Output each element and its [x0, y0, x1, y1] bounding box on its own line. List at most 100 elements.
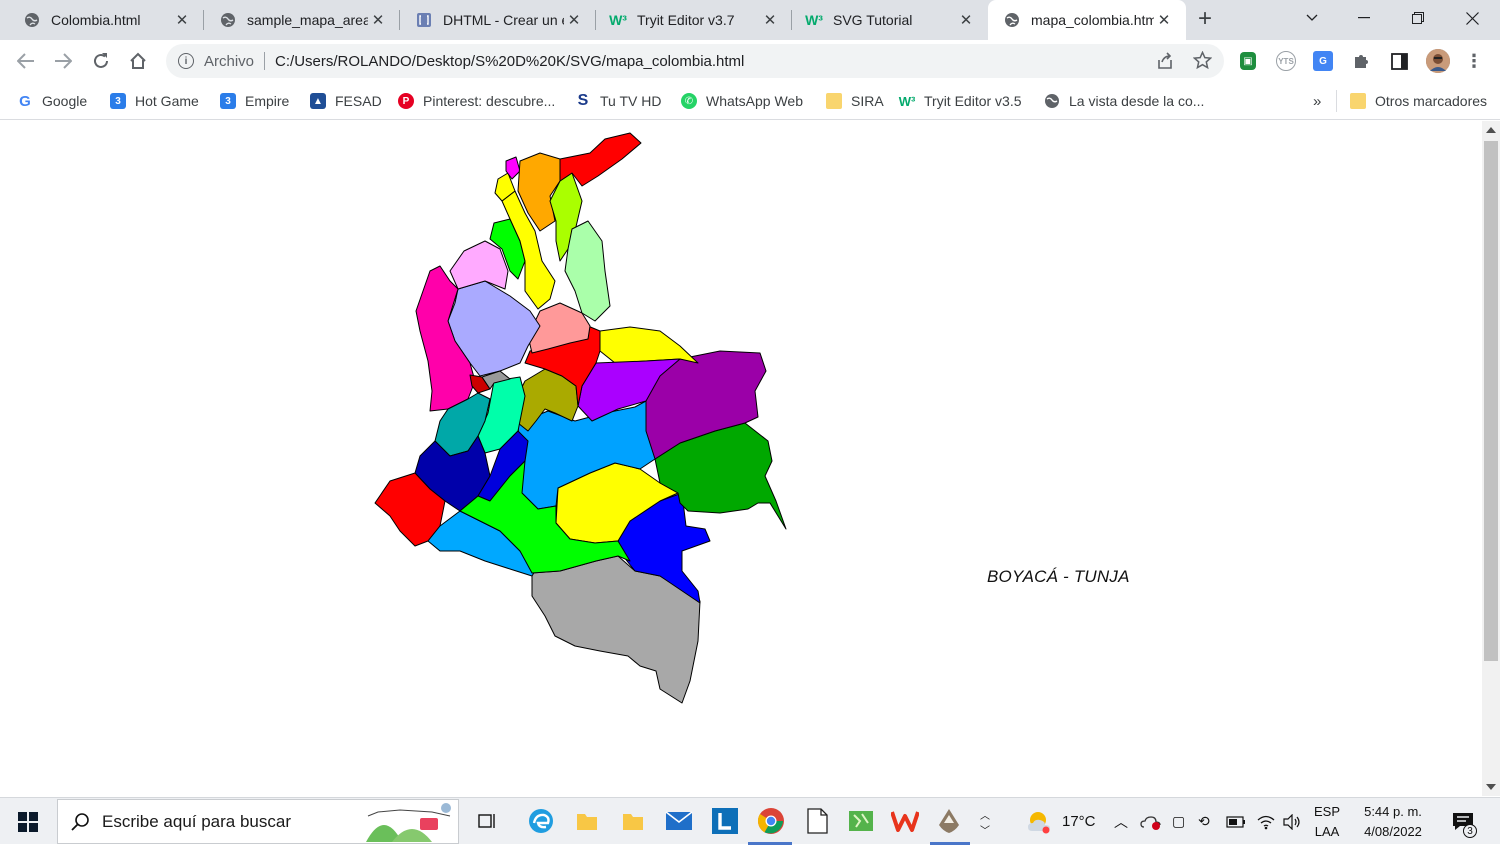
- address-url[interactable]: C:/Users/ROLANDO/Desktop/S%20D%20K/SVG/m…: [275, 53, 744, 70]
- bookmark-la-vista[interactable]: La vista desde la co...: [1044, 90, 1204, 112]
- back-button[interactable]: [15, 50, 37, 72]
- scroll-up-icon[interactable]: [1486, 127, 1496, 133]
- restore-icon: [1412, 12, 1424, 24]
- weather-widget[interactable]: 17°C: [1024, 798, 1096, 845]
- onedrive-error-icon[interactable]: [1140, 798, 1162, 845]
- inkscape-icon[interactable]: [934, 806, 964, 836]
- info-icon[interactable]: i: [178, 53, 194, 69]
- taskbar-scroll-control[interactable]: ︿ ﹀: [980, 798, 990, 845]
- folder-icon: [826, 93, 842, 109]
- extension-evernote-icon[interactable]: ▣: [1240, 52, 1256, 70]
- w3schools-icon: W³: [898, 93, 916, 109]
- chevron-up-icon[interactable]: ︿: [980, 807, 990, 822]
- vertical-scrollbar[interactable]: [1482, 121, 1500, 796]
- reload-button[interactable]: [90, 50, 112, 72]
- sync-icon[interactable]: ⟲: [1198, 798, 1210, 845]
- bookmarks-overflow-button[interactable]: »: [1313, 90, 1321, 112]
- fesad-icon: ▲: [310, 93, 326, 109]
- scroll-thumb[interactable]: [1484, 141, 1498, 661]
- region-arauca[interactable]: [599, 326, 699, 364]
- home-button[interactable]: [127, 50, 149, 72]
- side-panel-icon[interactable]: [1389, 51, 1409, 71]
- weather-temp: 17°C: [1062, 813, 1096, 830]
- close-icon[interactable]: ✕: [564, 11, 584, 29]
- bookmark-fesad[interactable]: ▲ FESAD: [310, 90, 382, 112]
- bookmark-label: WhatsApp Web: [706, 93, 804, 109]
- wps-office-icon[interactable]: [890, 806, 920, 836]
- mail-icon[interactable]: [664, 806, 694, 836]
- star-icon[interactable]: [1192, 50, 1213, 75]
- close-icon[interactable]: ✕: [956, 11, 976, 29]
- bookmark-pinterest[interactable]: P Pinterest: descubre...: [398, 90, 555, 112]
- tab-title: Colombia.html: [51, 12, 141, 28]
- meet-icon[interactable]: ▢: [1172, 798, 1185, 845]
- other-bookmarks[interactable]: Otros marcadores: [1350, 90, 1487, 112]
- chrome-icon[interactable]: [756, 806, 786, 836]
- language-indicator[interactable]: ESP LAA: [1314, 798, 1340, 845]
- minimize-icon: [1358, 17, 1370, 19]
- clock-time: 5:44 p. m.: [1364, 803, 1422, 819]
- bookmark-empire[interactable]: 3 Empire: [220, 90, 289, 112]
- folder-icon[interactable]: [618, 806, 648, 836]
- close-window-button[interactable]: [1446, 0, 1498, 36]
- tab-dhtml[interactable]: DHTML - Crear un e ✕: [400, 0, 596, 40]
- globe-icon: [1004, 12, 1020, 28]
- bookmark-hot-game[interactable]: 3 Hot Game: [110, 90, 199, 112]
- forward-button[interactable]: [52, 50, 74, 72]
- restore-button[interactable]: [1392, 0, 1444, 36]
- bookmark-label: Pinterest: descubre...: [423, 93, 556, 109]
- chevron-down-icon[interactable]: ﹀: [980, 822, 990, 837]
- windows-start-icon[interactable]: [18, 812, 38, 832]
- tab-svg-tutorial[interactable]: W³ SVG Tutorial ✕: [792, 0, 988, 40]
- bookmark-google[interactable]: G Google: [17, 90, 87, 112]
- menu-icon[interactable]: ⋮: [1464, 51, 1484, 71]
- close-icon[interactable]: ✕: [172, 11, 192, 29]
- bookmarks-bar: G Google 3 Hot Game 3 Empire ▲ FESAD P P…: [0, 82, 1500, 120]
- tab-colombia[interactable]: Colombia.html ✕: [0, 0, 204, 40]
- tray-overflow-icon[interactable]: ︿: [1114, 798, 1128, 845]
- address-divider: [264, 52, 266, 70]
- close-icon: [1465, 11, 1479, 25]
- address-scheme: Archivo: [204, 52, 255, 70]
- share-icon[interactable]: [1156, 52, 1174, 75]
- edge-icon[interactable]: [526, 806, 556, 836]
- tab-tryit-37[interactable]: W³ Tryit Editor v3.7 ✕: [596, 0, 792, 40]
- tab-search-button[interactable]: [1286, 0, 1338, 36]
- avatar[interactable]: [1426, 49, 1450, 73]
- notifications-button[interactable]: 3: [1452, 798, 1477, 845]
- bookmark-whatsapp[interactable]: ✆ WhatsApp Web: [681, 90, 803, 112]
- volume-icon[interactable]: [1282, 798, 1302, 845]
- region-sur-cesar[interactable]: [564, 220, 611, 322]
- tab-mapa-colombia[interactable]: mapa_colombia.htm ✕: [988, 0, 1186, 40]
- pinterest-icon: P: [398, 93, 414, 109]
- l-app-icon[interactable]: [710, 806, 740, 836]
- new-tab-button[interactable]: +: [1198, 7, 1212, 31]
- extension-yts-icon[interactable]: YTS: [1276, 51, 1296, 71]
- bookmark-tu-tv-hd[interactable]: S Tu TV HD: [575, 90, 662, 112]
- extension-translate-icon[interactable]: G: [1313, 51, 1333, 71]
- bookmark-sira[interactable]: SIRA: [826, 90, 884, 112]
- bookmark-tryit-35[interactable]: W³ Tryit Editor v3.5: [899, 90, 1022, 112]
- task-view-icon[interactable]: [472, 806, 502, 836]
- bookmark-label: La vista desde la co...: [1069, 93, 1205, 109]
- maps-app-icon[interactable]: [846, 806, 876, 836]
- address-bar[interactable]: i Archivo C:/Users/ROLANDO/Desktop/S%20D…: [166, 44, 1224, 78]
- tab-title: SVG Tutorial: [833, 12, 913, 28]
- close-icon[interactable]: ✕: [760, 11, 780, 29]
- notepad-icon[interactable]: [802, 806, 832, 836]
- minimize-button[interactable]: [1338, 0, 1390, 36]
- tab-sample-mapa-areas[interactable]: sample_mapa_areas ✕: [204, 0, 400, 40]
- close-icon[interactable]: ✕: [1154, 11, 1174, 29]
- selected-department-label: BOYACÁ - TUNJA: [987, 567, 1130, 586]
- three-icon: 3: [110, 93, 126, 109]
- region-cordoba[interactable]: [449, 240, 509, 290]
- puzzle-icon[interactable]: [1351, 51, 1371, 71]
- taskbar-search[interactable]: Escribe aquí para buscar: [57, 799, 459, 844]
- file-explorer-icon[interactable]: [572, 806, 602, 836]
- battery-icon[interactable]: [1226, 798, 1246, 845]
- wifi-icon[interactable]: [1256, 798, 1276, 845]
- clock[interactable]: 5:44 p. m. 4/08/2022: [1356, 798, 1430, 845]
- scroll-down-icon[interactable]: [1486, 784, 1496, 790]
- search-icon: [70, 812, 90, 832]
- close-icon[interactable]: ✕: [368, 11, 388, 29]
